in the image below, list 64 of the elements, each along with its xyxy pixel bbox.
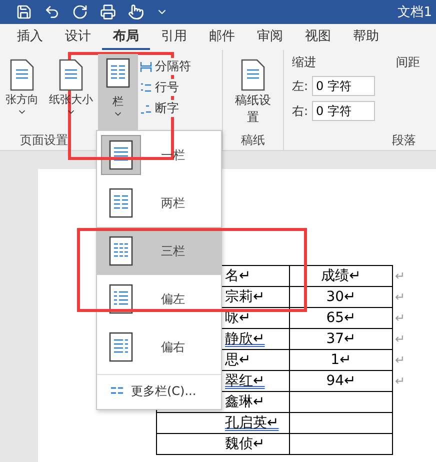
table-cell: 名↵ — [225, 268, 251, 284]
save-icon[interactable] — [16, 4, 32, 20]
left-indent-field[interactable]: 0 字符 — [312, 76, 376, 96]
redo-icon[interactable] — [72, 4, 88, 20]
table-cell: 静欣↵ — [225, 331, 265, 347]
row-end-mark: ↵ — [395, 353, 406, 367]
undo-icon[interactable] — [44, 4, 60, 20]
page-icon — [57, 58, 85, 92]
column-layout-icon — [109, 332, 133, 362]
table-cell: 孔启英↵ — [225, 415, 279, 431]
touch-mode-icon[interactable] — [128, 4, 144, 20]
menu-item[interactable]: 三栏 — [97, 227, 221, 275]
ribbon-tab[interactable]: 视图 — [294, 24, 342, 50]
menu-item[interactable]: 偏左 — [97, 275, 221, 323]
table-cell: 魏侦↵ — [225, 436, 265, 452]
left-indent-label: 左: — [292, 78, 308, 94]
grid-paper-icon — [239, 58, 267, 92]
row-end-mark: ↵ — [395, 374, 406, 388]
spacing-label: 间距 — [396, 54, 420, 71]
column-layout-icon — [106, 58, 130, 88]
menu-item[interactable]: 两栏 — [97, 179, 221, 227]
more-columns-item[interactable]: 更多栏(C)... — [97, 374, 221, 407]
table-cell: 94↵ — [326, 373, 356, 389]
ribbon-tab[interactable]: 邮件 — [198, 24, 246, 50]
group-label: 段落 — [391, 132, 417, 149]
print-preview-icon[interactable] — [100, 4, 116, 20]
orientation-button[interactable]: 张方向 — [0, 54, 44, 130]
columns-icon — [111, 387, 123, 395]
column-layout-icon — [109, 140, 133, 170]
ribbon-tab[interactable]: 引用 — [150, 24, 198, 50]
group-label: 稿纸 — [240, 132, 266, 149]
row-end-mark: ↵ — [395, 290, 406, 304]
ribbon-tab[interactable]: 设计 — [54, 24, 102, 50]
manuscript-button[interactable]: 稿纸设置 — [233, 54, 273, 130]
table-cell: 1↵ — [330, 352, 352, 368]
ribbon-tab[interactable]: 插入 — [6, 24, 54, 50]
page-break-icon — [140, 60, 152, 72]
menu-item[interactable]: 偏右 — [97, 323, 221, 371]
column-layout-icon — [109, 188, 133, 218]
table-cell: 宗莉↵ — [225, 289, 265, 305]
table-cell: 30↵ — [326, 289, 356, 305]
column-layout-icon — [109, 284, 133, 314]
row-end-mark: ↵ — [395, 311, 406, 325]
row-end-mark: ↵ — [395, 332, 406, 346]
table-cell: 65↵ — [326, 310, 356, 326]
table-cell: 鑫琳↵ — [225, 394, 265, 410]
table-cell: 37↵ — [326, 331, 356, 347]
table-cell: 成绩↵ — [321, 268, 361, 284]
group-label: 页面设置 — [19, 132, 69, 149]
row-end-mark: ↵ — [395, 269, 406, 283]
columns-button[interactable]: 栏 — [98, 54, 138, 130]
ribbon-tab[interactable]: 审阅 — [246, 24, 294, 50]
page-icon — [8, 58, 36, 92]
window-title: 文档1 — [398, 4, 432, 21]
column-layout-icon — [109, 236, 133, 266]
right-indent-field[interactable]: 0 字符 — [312, 101, 376, 121]
breaks-button[interactable]: 分隔符 — [140, 58, 191, 75]
right-indent-label: 右: — [292, 102, 308, 120]
line-numbers-icon — [140, 82, 152, 94]
ribbon-tab[interactable]: 帮助 — [342, 24, 390, 50]
table-cell: 翠红↵ — [225, 373, 265, 389]
indent-label: 缩进 — [292, 54, 316, 71]
table-cell: 思↵ — [225, 352, 251, 368]
hyphenation-icon — [140, 102, 152, 114]
